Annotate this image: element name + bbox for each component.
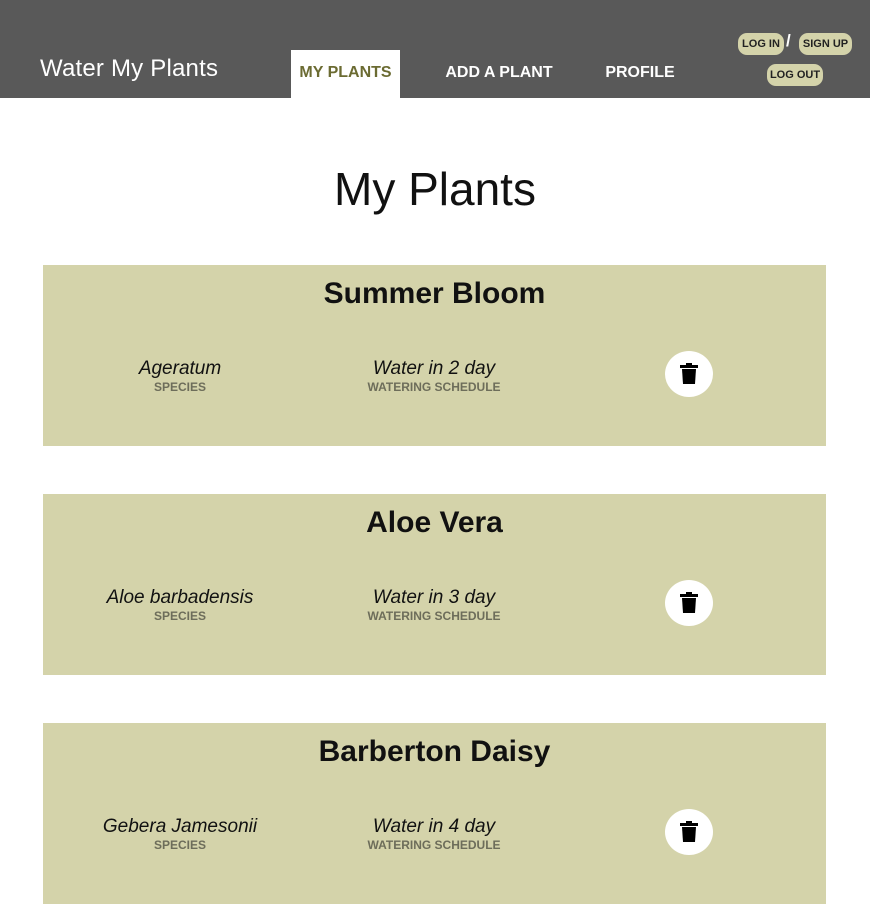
species-value: Gebera Jamesonii <box>102 816 258 837</box>
trash-icon <box>680 821 698 842</box>
species-label: SPECIES <box>153 609 207 623</box>
schedule-value: Water in 2 day <box>372 358 496 379</box>
species-value: Ageratum <box>138 358 222 379</box>
plant-name: Summer Bloom <box>323 277 546 310</box>
tab-add-a-plant[interactable]: ADD A PLANT <box>434 50 564 98</box>
delete-plant-button[interactable] <box>665 809 713 855</box>
schedule-value: Water in 4 day <box>372 816 496 837</box>
plant-card: Barberton Daisy Gebera Jamesonii SPECIES… <box>43 723 826 904</box>
tab-profile[interactable]: PROFILE <box>594 50 686 98</box>
schedule-label: WATERING SCHEDULE <box>367 838 501 852</box>
delete-plant-button[interactable] <box>665 580 713 626</box>
schedule-label: WATERING SCHEDULE <box>367 380 501 394</box>
page-title: My Plants <box>334 163 536 215</box>
tab-my-plants[interactable]: MY PLANTS <box>291 50 400 98</box>
species-field: Gebera Jamesonii SPECIES <box>80 816 280 852</box>
plant-card: Summer Bloom Ageratum SPECIES Water in 2… <box>43 265 826 446</box>
delete-plant-button[interactable] <box>665 351 713 397</box>
plant-card: Aloe Vera Aloe barbadensis SPECIES Water… <box>43 494 826 675</box>
schedule-field: Water in 4 day WATERING SCHEDULE <box>334 816 534 852</box>
species-label: SPECIES <box>153 380 207 394</box>
schedule-value: Water in 3 day <box>372 587 496 608</box>
species-value: Aloe barbadensis <box>106 587 254 608</box>
signup-button[interactable]: SIGN UP <box>799 33 852 55</box>
trash-icon <box>680 363 698 384</box>
species-field: Ageratum SPECIES <box>80 358 280 394</box>
trash-icon <box>680 592 698 613</box>
logout-button[interactable]: LOG OUT <box>767 64 823 86</box>
app-brand[interactable]: Water My Plants <box>40 55 218 83</box>
plant-name: Aloe Vera <box>366 506 503 539</box>
species-field: Aloe barbadensis SPECIES <box>80 587 280 623</box>
schedule-field: Water in 2 day WATERING SCHEDULE <box>334 358 534 394</box>
schedule-field: Water in 3 day WATERING SCHEDULE <box>334 587 534 623</box>
schedule-label: WATERING SCHEDULE <box>367 609 501 623</box>
login-button[interactable]: LOG IN <box>738 33 784 55</box>
species-label: SPECIES <box>153 838 207 852</box>
plant-name: Barberton Daisy <box>318 735 551 768</box>
top-nav-bar: Water My Plants MY PLANTS ADD A PLANT PR… <box>0 0 870 98</box>
auth-separator: / <box>786 31 791 50</box>
